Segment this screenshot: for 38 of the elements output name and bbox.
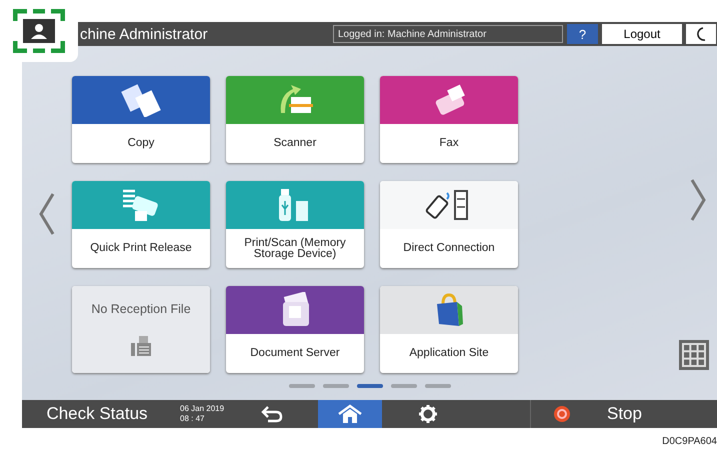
energy-saver-button[interactable]: [686, 24, 716, 44]
fax-machine-icon: [130, 335, 152, 358]
tile-label: Print/Scan (Memory Storage Device): [243, 236, 347, 262]
app-tile[interactable]: Quick Print Release: [72, 181, 210, 268]
tile-label: Document Server: [249, 346, 341, 361]
tile-label: No Reception File: [91, 302, 191, 316]
app-tile[interactable]: No Reception File: [72, 286, 210, 373]
tile-label: Scanner: [272, 136, 318, 151]
app-tile[interactable]: Scanner: [226, 76, 364, 163]
app-tile[interactable]: Copy: [72, 76, 210, 163]
user-title: chine Administrator: [79, 26, 209, 42]
tile-label: Direct Connection: [402, 241, 496, 256]
app-grid-icon[interactable]: [679, 340, 709, 370]
home-button[interactable]: [318, 400, 382, 428]
app-tile[interactable]: Document Server: [226, 286, 364, 373]
tile-label: Copy: [126, 136, 156, 151]
back-arrow-icon: [260, 405, 284, 423]
copy-documents-icon: [121, 83, 161, 117]
logout-button[interactable]: Logout: [602, 24, 682, 44]
app-tile[interactable]: Application Site: [380, 286, 518, 373]
home-icon: [337, 404, 363, 424]
settings-icon: [418, 404, 438, 424]
app-tile[interactable]: Fax: [380, 76, 518, 163]
figure-code: D0C9PA604: [661, 435, 717, 447]
time-text: 08 : 47: [180, 414, 206, 424]
tile-label: Quick Print Release: [89, 241, 193, 256]
check-status-button[interactable]: Check Status: [22, 400, 172, 428]
login-status-field: Logged in: Machine Administrator: [333, 25, 563, 43]
app-tile[interactable]: Print/Scan (Memory Storage Device): [226, 181, 364, 268]
date-text: 06 Jan 2019: [180, 404, 226, 414]
tile-label: Application Site: [408, 346, 490, 361]
tile-label: Fax: [438, 136, 460, 151]
page-indicator[interactable]: [356, 384, 382, 388]
moon-icon: [696, 27, 706, 41]
stop-icon: [553, 405, 571, 423]
help-button[interactable]: ?: [567, 24, 598, 44]
stop-button[interactable]: Stop: [601, 400, 648, 428]
app-tile[interactable]: Direct Connection: [380, 181, 518, 268]
